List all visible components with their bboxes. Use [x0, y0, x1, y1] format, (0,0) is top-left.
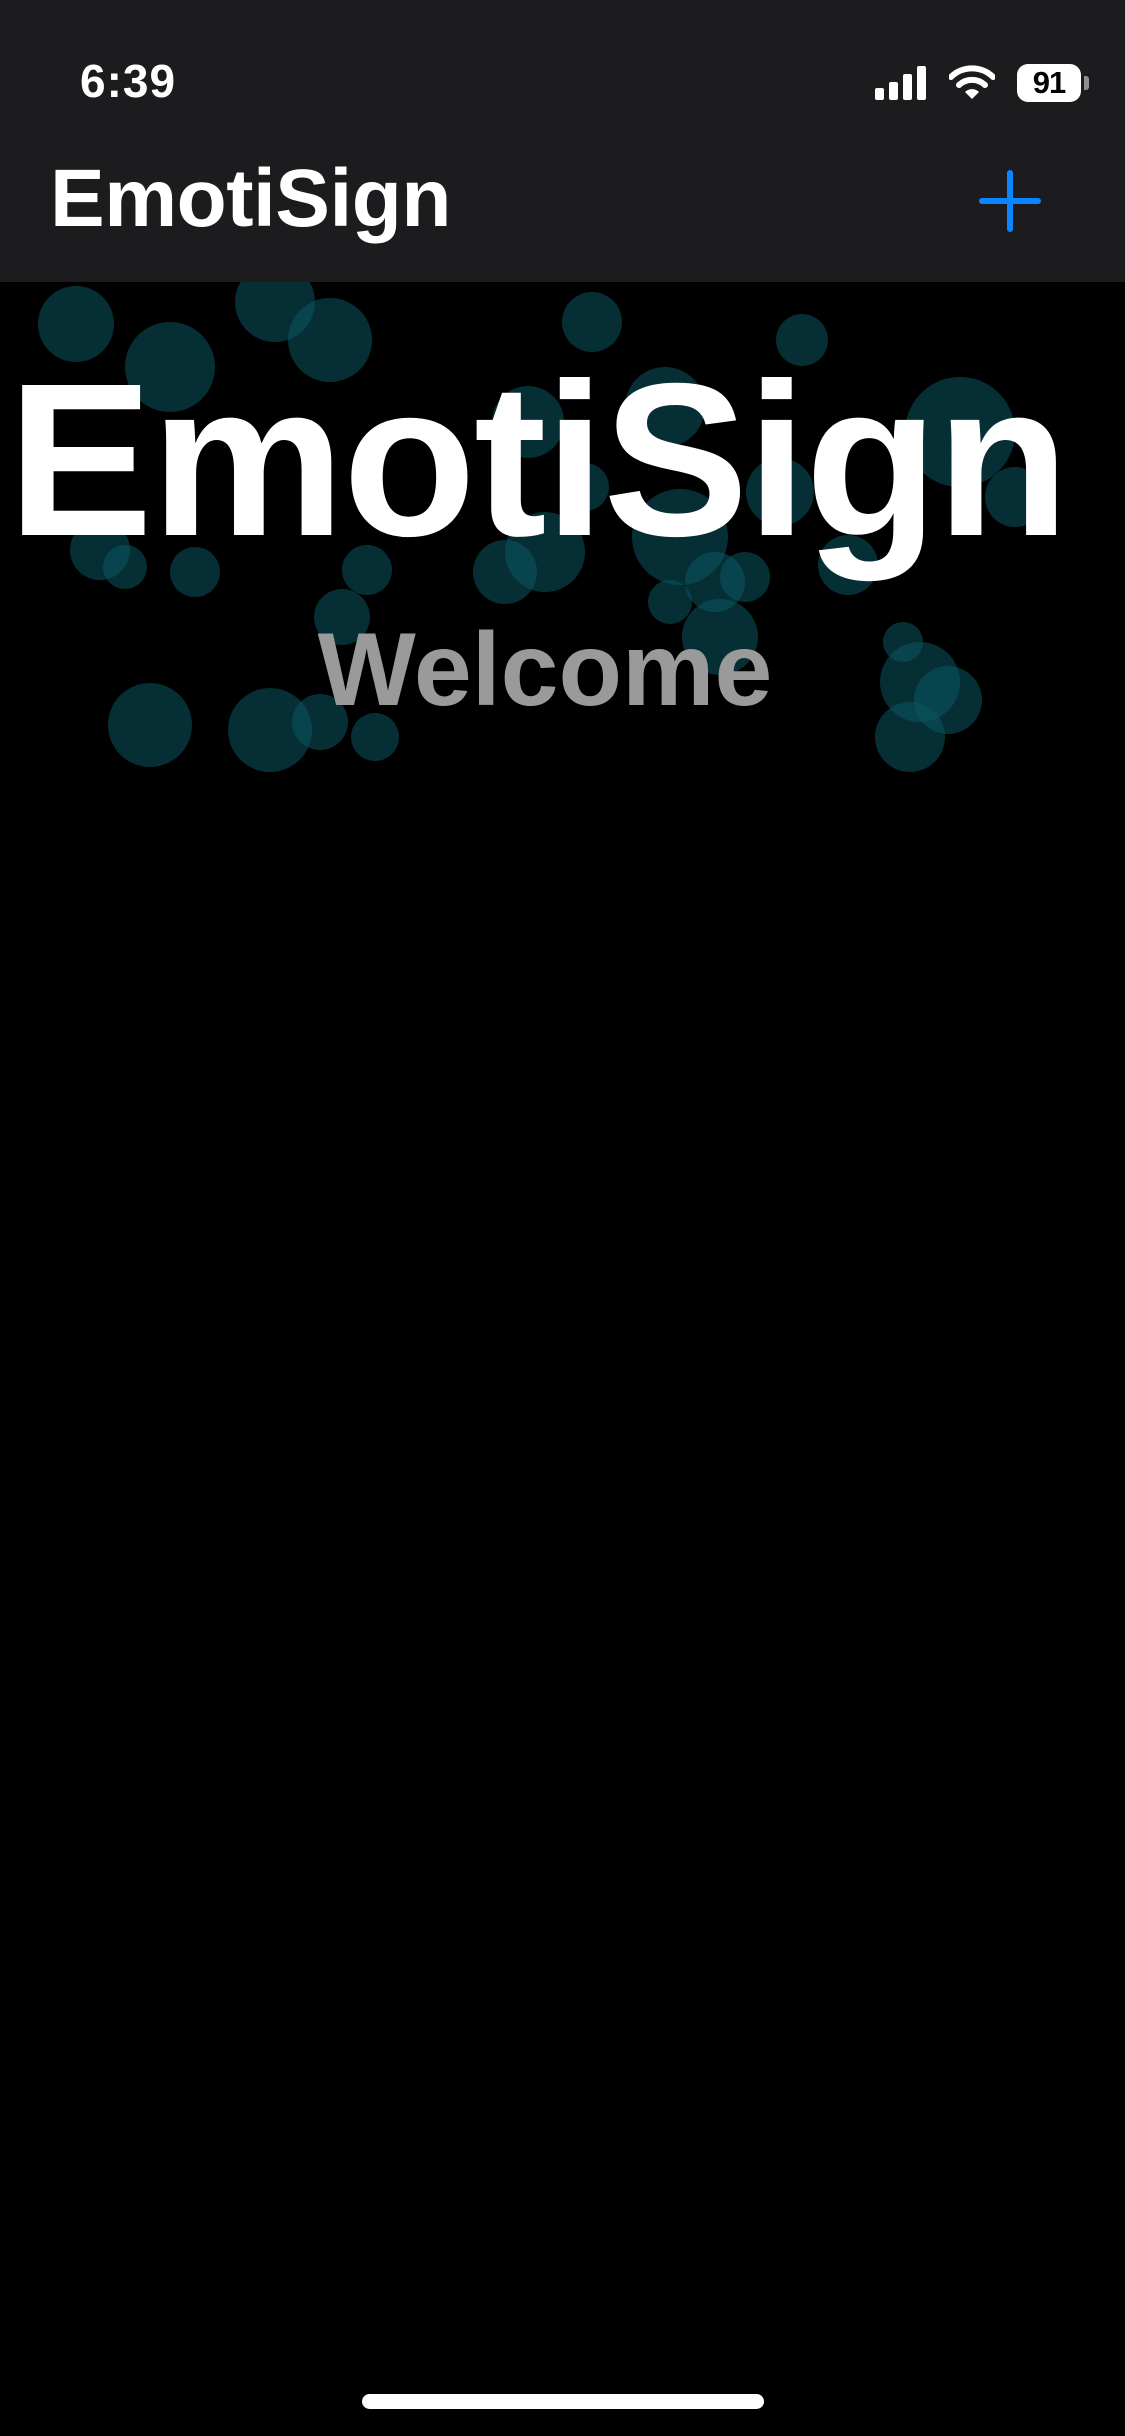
battery-nub [1084, 76, 1089, 90]
status-indicators: 91 [875, 60, 1089, 106]
hero-title: EmotiSign [7, 339, 1070, 582]
nav-title: EmotiSign [50, 153, 451, 244]
signal-icon [875, 66, 926, 100]
plus-icon [979, 170, 1041, 232]
battery-level: 91 [1032, 65, 1066, 100]
app-screen: 6:39 91 EmotiSign EmotiSign Welcome [0, 0, 1125, 2436]
top-bar: 6:39 91 EmotiSign [0, 0, 1125, 282]
status-time: 6:39 [80, 55, 177, 107]
wifi-icon [949, 65, 995, 99]
add-button[interactable] [970, 160, 1052, 242]
hero-subtitle: Welcome [317, 612, 773, 728]
home-indicator[interactable] [362, 2394, 764, 2409]
battery-icon: 91 [1017, 64, 1081, 102]
